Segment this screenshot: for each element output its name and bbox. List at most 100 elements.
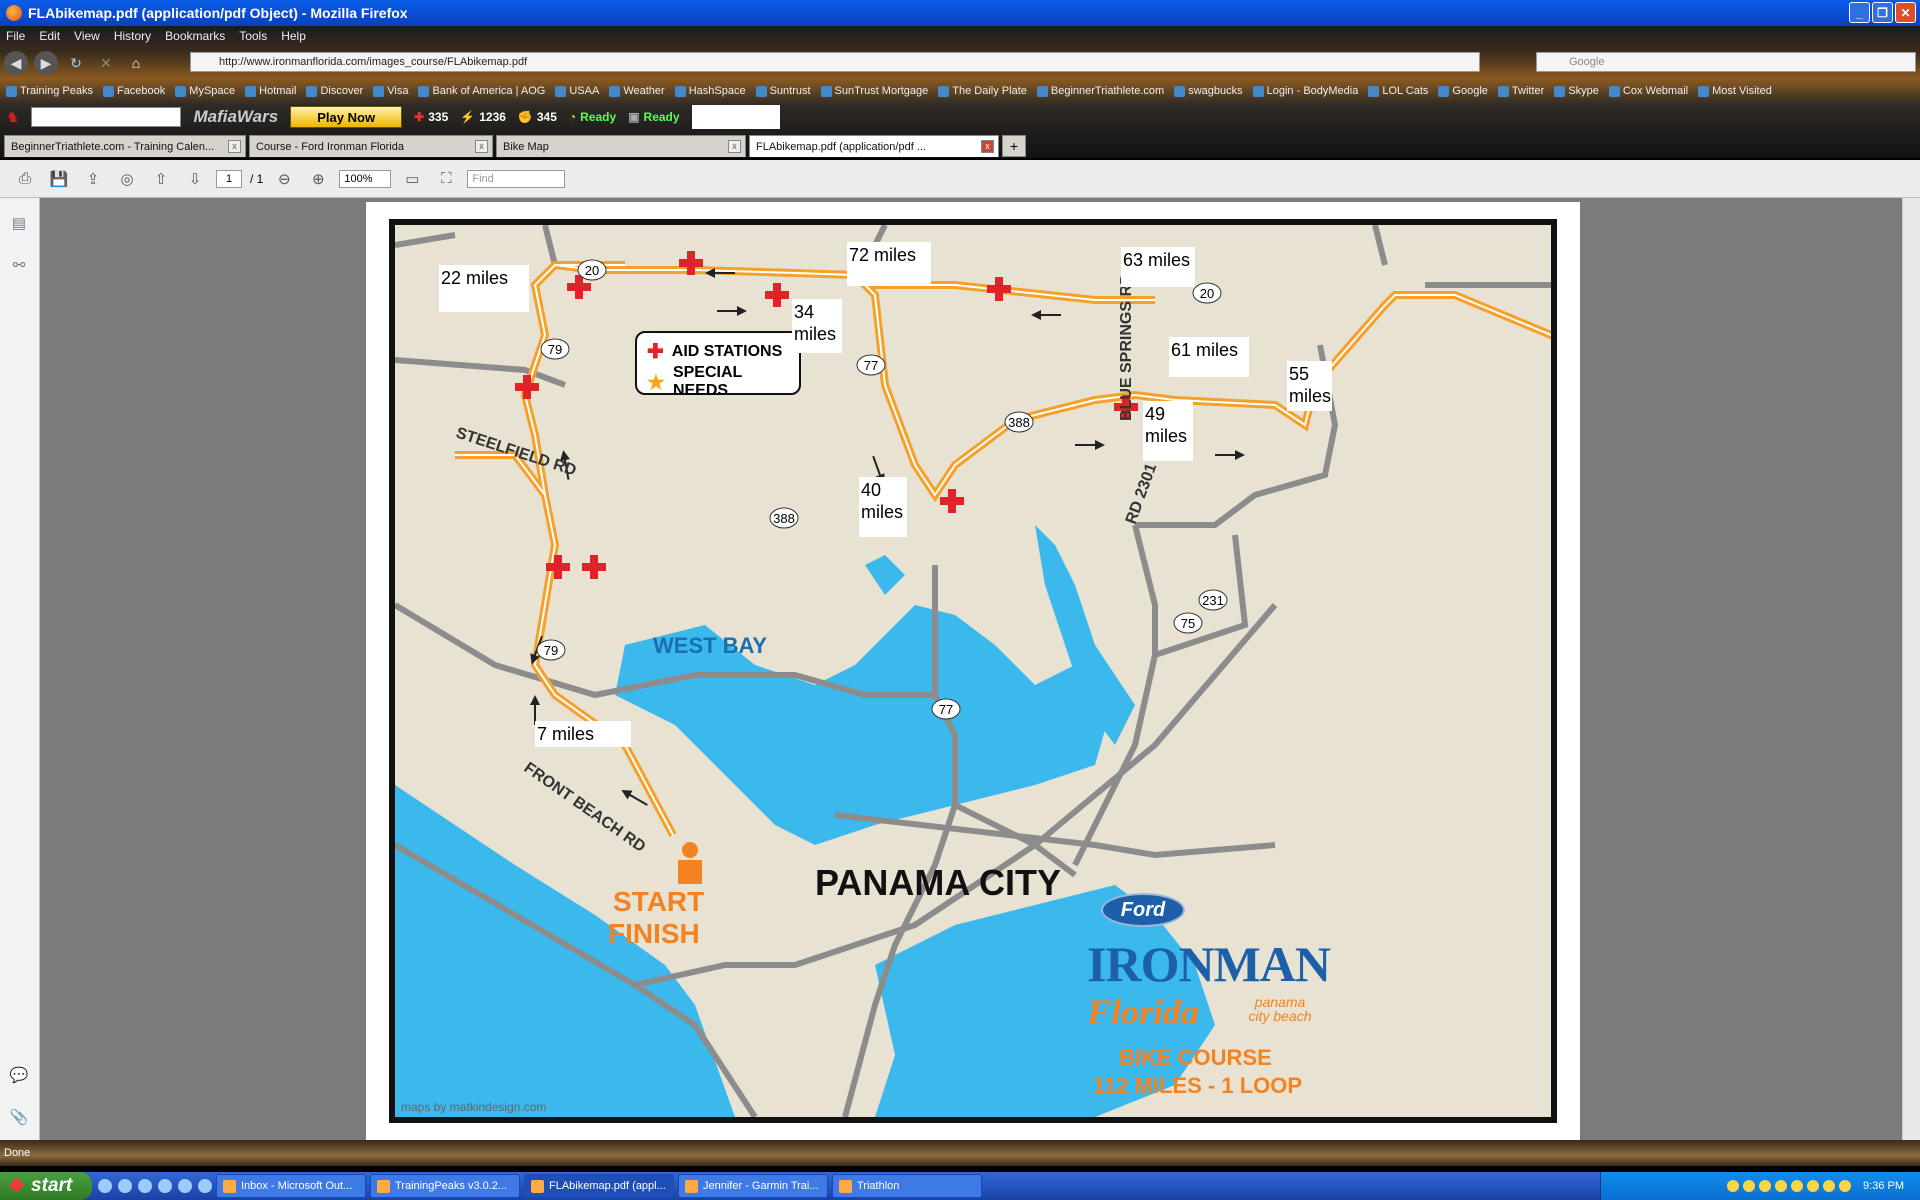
tray-icon[interactable] [1839, 1180, 1852, 1192]
quicklaunch-desktop-icon[interactable] [198, 1179, 212, 1193]
menu-tools[interactable]: Tools [239, 29, 267, 43]
paperclip-icon[interactable]: 📎 [8, 1106, 30, 1128]
vertical-scrollbar[interactable] [1902, 198, 1920, 1140]
fit-page-icon[interactable]: ⛶ [433, 166, 459, 192]
route-shield-label: 388 [1008, 415, 1030, 430]
tab-course-ironman[interactable]: Course - Ford Ironman Florida x [249, 135, 493, 157]
tray-icon[interactable] [1775, 1180, 1788, 1192]
home-icon[interactable]: ⌂ [124, 51, 148, 75]
close-window-button[interactable]: ✕ [1895, 2, 1916, 23]
bookmark-item[interactable]: Suntrust [755, 85, 811, 97]
menu-history[interactable]: History [114, 29, 151, 43]
menu-edit[interactable]: Edit [39, 29, 60, 43]
url-input[interactable]: http://www.ironmanflorida.com/images_cou… [190, 52, 1480, 72]
quicklaunch-ie-icon[interactable] [98, 1179, 112, 1193]
quicklaunch-outlook-icon[interactable] [118, 1179, 132, 1193]
health-icon: ✚ [414, 110, 425, 124]
taskbar-outlook[interactable]: Inbox - Microsoft Out... [216, 1174, 366, 1198]
bookmark-item[interactable]: Visa [373, 85, 408, 97]
fit-width-icon[interactable]: ▭ [399, 166, 425, 192]
bookmark-item[interactable]: swagbucks [1174, 85, 1243, 97]
tab-flabikemap-pdf[interactable]: FLAbikemap.pdf (application/pdf ... x [749, 135, 999, 157]
prev-page-icon[interactable]: ⇧ [148, 166, 174, 192]
back-icon[interactable]: ◀ [4, 51, 28, 75]
tab-close-icon[interactable]: x [728, 140, 741, 153]
quicklaunch-excel-icon[interactable] [158, 1179, 172, 1193]
bookmark-item[interactable]: USAA [555, 85, 599, 97]
new-tab-button[interactable]: + [1002, 135, 1026, 157]
bookmark-item[interactable]: Google [1438, 85, 1488, 97]
pages-icon[interactable]: ▤ [8, 212, 30, 234]
route-shield-label: 20 [1200, 286, 1214, 301]
search-input[interactable]: Google [1536, 52, 1916, 72]
bookmark-item[interactable]: Weather [609, 85, 665, 97]
bookmark-item[interactable]: Bank of America | AOG [418, 85, 545, 97]
print-icon[interactable]: ⎙ [12, 166, 38, 192]
tab-close-icon[interactable]: x [475, 140, 488, 153]
forward-icon[interactable]: ▶ [34, 51, 58, 75]
zoom-out-icon[interactable]: ⊖ [271, 166, 297, 192]
bookmark-item[interactable]: Most Visited [1698, 85, 1772, 97]
bookmark-item[interactable]: Hotmail [245, 85, 296, 97]
taskbar-firefox-pdf[interactable]: FLAbikemap.pdf (appl... [524, 1174, 674, 1198]
tab-bike-map[interactable]: Bike Map x [496, 135, 746, 157]
bookmark-item[interactable]: MySpace [175, 85, 235, 97]
toolbar-search-input[interactable] [31, 107, 182, 127]
tab-close-icon[interactable]: x [228, 140, 241, 153]
bookmark-item[interactable]: Training Peaks [6, 85, 93, 97]
find-input[interactable]: Find [467, 169, 566, 188]
tab-close-icon[interactable]: x [981, 140, 994, 153]
tray-icon[interactable] [1823, 1180, 1836, 1192]
bookmark-item[interactable]: BeginnerTriathlete.com [1036, 85, 1164, 97]
tray-icon[interactable] [1759, 1180, 1772, 1192]
save-icon[interactable]: 💾 [46, 166, 72, 192]
mafia-icon: ♞ [6, 109, 20, 126]
minimize-button[interactable]: _ [1849, 2, 1870, 23]
bookmark-icon [418, 85, 430, 97]
bookmark-item[interactable]: Skype [1554, 85, 1599, 97]
stop-icon[interactable]: ✕ [94, 51, 118, 75]
bookmark-item[interactable]: Cox Webmail [1608, 85, 1688, 97]
collab-icon[interactable]: ◎ [114, 166, 140, 192]
taskbar-trainingpeaks[interactable]: TrainingPeaks v3.0.2... [370, 1174, 520, 1198]
tab-beginnertriathlete[interactable]: BeginnerTriathlete.com - Training Calen.… [4, 135, 246, 157]
zoom-in-icon[interactable]: ⊕ [305, 166, 331, 192]
bookmark-item[interactable]: The Daily Plate [938, 85, 1027, 97]
tray-icon[interactable] [1743, 1180, 1756, 1192]
mile-label: 40 miles [859, 477, 907, 537]
share-icon[interactable]: ⇪ [80, 166, 106, 192]
start-button[interactable]: ❖ start [0, 1172, 92, 1200]
taskbar-triathlon-folder[interactable]: Triathlon [832, 1174, 982, 1198]
road [1154, 534, 1249, 658]
bookmark-item[interactable]: Discover [306, 85, 363, 97]
tray-icon[interactable] [1807, 1180, 1820, 1192]
taskbar-garmin[interactable]: Jennifer - Garmin Trai... [678, 1174, 828, 1198]
tray-icon[interactable] [1791, 1180, 1804, 1192]
maximize-button[interactable]: ❐ [1872, 2, 1893, 23]
binoculars-icon[interactable]: ⚯ [8, 254, 30, 276]
menu-file[interactable]: File [6, 29, 25, 43]
bookmark-item[interactable]: SunTrust Mortgage [820, 85, 928, 97]
direction-arrow [717, 306, 747, 316]
pdf-navigation-pane: ▤ ⚯ 💬 📎 [0, 198, 40, 1140]
play-now-button[interactable]: Play Now [290, 106, 403, 128]
zoom-select[interactable]: 100% [339, 169, 392, 188]
bookmark-item[interactable]: Facebook [102, 85, 165, 97]
reload-icon[interactable]: ↻ [64, 51, 88, 75]
bookmark-item[interactable]: Login - BodyMedia [1252, 85, 1358, 97]
menu-view[interactable]: View [74, 29, 100, 43]
bookmark-item[interactable]: Twitter [1497, 85, 1544, 97]
comment-icon[interactable]: 💬 [8, 1064, 30, 1086]
menu-help[interactable]: Help [281, 29, 306, 43]
toolbar-blank-box[interactable] [691, 105, 780, 129]
tray-icon[interactable] [1727, 1180, 1740, 1192]
quicklaunch-firefox-icon[interactable] [178, 1179, 192, 1193]
quicklaunch-media-icon[interactable] [138, 1179, 152, 1193]
west-bay-label: WEST BAY [653, 633, 767, 658]
bookmark-item[interactable]: HashSpace [674, 85, 746, 97]
next-page-icon[interactable]: ⇩ [182, 166, 208, 192]
bookmark-item[interactable]: LOL Cats [1368, 85, 1428, 97]
panama-city-label: PANAMA CITY [815, 862, 1061, 903]
page-number-input[interactable]: 1 [216, 169, 242, 188]
menu-bookmarks[interactable]: Bookmarks [165, 29, 225, 43]
